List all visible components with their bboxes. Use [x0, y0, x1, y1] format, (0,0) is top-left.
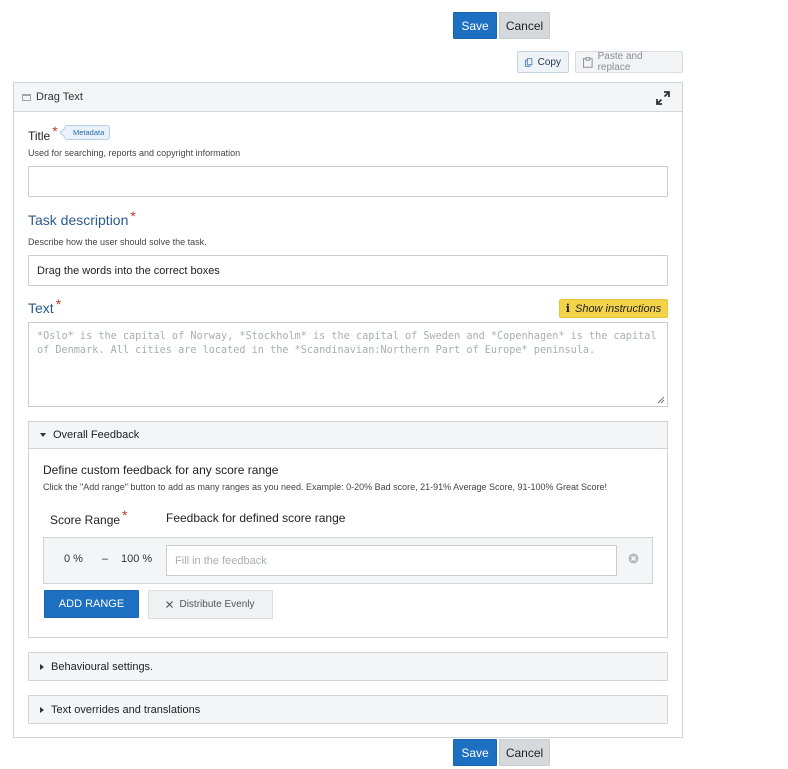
show-instructions-button[interactable]: i Show instructions: [559, 299, 668, 318]
feedback-title: Define custom feedback for any score ran…: [43, 463, 279, 477]
task-description-input[interactable]: Drag the words into the correct boxes: [28, 255, 668, 286]
range-dash: –: [102, 553, 109, 565]
copy-label: Copy: [537, 56, 561, 68]
text-overrides-label: Text overrides and translations: [51, 703, 201, 716]
copy-icon: [525, 57, 533, 67]
close-icon: [166, 601, 174, 608]
text-textarea[interactable]: *Oslo* is the capital of Norway, *Stockh…: [28, 322, 668, 407]
text-overrides-group[interactable]: Text overrides and translations: [28, 695, 668, 724]
cancel-button-bottom[interactable]: Cancel: [499, 739, 550, 766]
cancel-button[interactable]: Cancel: [499, 12, 550, 39]
save-button[interactable]: Save: [453, 12, 497, 39]
feedback-column-header: Feedback for defined score range: [166, 511, 346, 525]
title-label: Title *: [28, 123, 58, 143]
caret-down-icon: [40, 433, 46, 437]
behavioural-settings-header[interactable]: Behavioural settings.: [29, 653, 667, 680]
paste-label: Paste and replace: [597, 51, 643, 73]
metadata-badge[interactable]: Metadata: [64, 125, 111, 140]
expand-icon[interactable]: [656, 91, 670, 105]
title-input[interactable]: [28, 166, 668, 197]
behavioural-settings-label: Behavioural settings.: [51, 660, 154, 673]
title-description: Used for searching, reports and copyrigh…: [28, 148, 241, 158]
overall-feedback-heading: Overall Feedback: [53, 429, 140, 441]
overall-feedback-header[interactable]: Overall Feedback: [29, 422, 667, 449]
feedback-description: Click the "Add range" button to add as m…: [43, 482, 608, 492]
feedback-input[interactable]: Fill in the feedback: [166, 545, 617, 576]
resize-handle-icon[interactable]: [657, 396, 665, 404]
info-icon: i: [565, 302, 570, 315]
task-description-label: Task description *: [28, 208, 136, 228]
behavioural-settings-group[interactable]: Behavioural settings.: [28, 652, 668, 681]
text-overrides-header[interactable]: Text overrides and translations: [29, 696, 667, 723]
add-range-button[interactable]: ADD RANGE: [44, 590, 139, 618]
range-from[interactable]: 0 %: [64, 553, 83, 565]
distribute-label: Distribute Evenly: [179, 599, 255, 610]
paste-replace-button[interactable]: Paste and replace: [575, 51, 683, 73]
copy-button[interactable]: Copy: [517, 51, 569, 73]
range-to[interactable]: 100 %: [121, 553, 152, 565]
show-instructions-label: Show instructions: [574, 302, 662, 315]
clipboard-icon: [583, 56, 593, 68]
task-description-help: Describe how the user should solve the t…: [28, 237, 207, 247]
caret-right-icon: [40, 663, 44, 670]
score-range-header: Score Range *: [50, 507, 128, 527]
remove-range-icon[interactable]: [628, 553, 639, 564]
editor-title: Drag Text: [36, 91, 83, 103]
text-placeholder: *Oslo* is the capital of Norway, *Stockh…: [37, 331, 657, 356]
library-icon: [22, 94, 31, 101]
text-label: Text *: [28, 296, 62, 316]
caret-right-icon: [40, 706, 44, 713]
save-button-bottom[interactable]: Save: [453, 739, 497, 766]
editor-header: Drag Text: [14, 83, 682, 112]
distribute-evenly-button[interactable]: Distribute Evenly: [148, 590, 273, 619]
